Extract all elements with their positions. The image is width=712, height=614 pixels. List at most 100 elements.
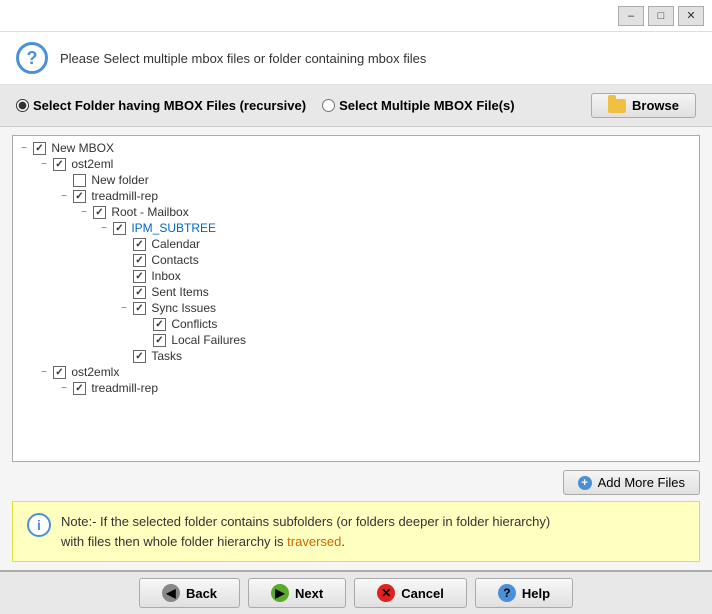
note-area: i Note:- If the selected folder contains…: [12, 501, 700, 562]
expand-placeholder: [137, 333, 151, 347]
node-label-root-mailbox: Root - Mailbox: [108, 205, 189, 219]
expand-placeholder: [117, 237, 131, 251]
tree-node-sync-issues[interactable]: − Sync Issues: [17, 300, 695, 316]
header-info-icon: ?: [16, 42, 48, 74]
radio-folder-label: Select Folder having MBOX Files (recursi…: [33, 98, 306, 113]
tree-node-ost2emlx[interactable]: − ost2emlx: [17, 364, 695, 380]
checkbox-ost2emlx[interactable]: [53, 366, 66, 379]
expand-placeholder: [137, 317, 151, 331]
back-icon: ◀: [162, 584, 180, 602]
node-label-new-mbox: New MBOX: [48, 141, 114, 155]
note-info-icon: i: [27, 513, 51, 537]
node-label-new-folder: New folder: [88, 173, 149, 187]
close-button[interactable]: ✕: [678, 6, 704, 26]
checkbox-root-mailbox[interactable]: [93, 206, 106, 219]
header-text: Please Select multiple mbox files or fol…: [60, 51, 426, 66]
title-bar: – □ ✕: [0, 0, 712, 32]
checkbox-sync-issues[interactable]: [133, 302, 146, 315]
expand-icon[interactable]: −: [17, 141, 31, 155]
cancel-icon: ✕: [377, 584, 395, 602]
checkbox-treadmill-rep2[interactable]: [73, 382, 86, 395]
radio-row: Select Folder having MBOX Files (recursi…: [0, 85, 712, 127]
expand-icon[interactable]: −: [117, 301, 131, 315]
checkbox-ipm-subtree[interactable]: [113, 222, 126, 235]
checkbox-new-mbox[interactable]: [33, 142, 46, 155]
tree-node-ost2eml[interactable]: − ost2eml: [17, 156, 695, 172]
expand-icon[interactable]: −: [57, 189, 71, 203]
radio-files-input[interactable]: [322, 99, 335, 112]
expand-icon[interactable]: −: [37, 157, 51, 171]
add-files-row: + Add More Files: [0, 466, 712, 501]
expand-placeholder: [117, 349, 131, 363]
note-traversed: traversed: [287, 534, 341, 549]
tree-node-contacts[interactable]: Contacts: [17, 252, 695, 268]
node-label-conflicts: Conflicts: [168, 317, 217, 331]
browse-button[interactable]: Browse: [591, 93, 696, 118]
tree-node-treadmill-rep2[interactable]: − treadmill-rep: [17, 380, 695, 396]
node-label-sent-items: Sent Items: [148, 285, 209, 299]
node-label-tasks: Tasks: [148, 349, 182, 363]
tree-node-local-failures[interactable]: Local Failures: [17, 332, 695, 348]
tree-node-ipm-subtree[interactable]: − IPM_SUBTREE: [17, 220, 695, 236]
cancel-button[interactable]: ✕ Cancel: [354, 578, 467, 608]
checkbox-contacts[interactable]: [133, 254, 146, 267]
browse-label: Browse: [632, 98, 679, 113]
expand-icon[interactable]: −: [77, 205, 91, 219]
minimize-button[interactable]: –: [618, 6, 644, 26]
window-controls: – □ ✕: [618, 6, 704, 26]
node-label-ost2eml: ost2eml: [68, 157, 113, 171]
bottom-bar: ◀ Back ▶ Next ✕ Cancel ? Help: [0, 570, 712, 614]
node-label-inbox: Inbox: [148, 269, 181, 283]
help-label: Help: [522, 586, 550, 601]
expand-icon[interactable]: −: [57, 381, 71, 395]
expand-icon[interactable]: −: [37, 365, 51, 379]
note-line2-prefix: with files then whole folder hierarchy i…: [61, 534, 287, 549]
next-button[interactable]: ▶ Next: [248, 578, 346, 608]
note-line1: Note:- If the selected folder contains s…: [61, 514, 550, 529]
next-icon: ▶: [271, 584, 289, 602]
checkbox-inbox[interactable]: [133, 270, 146, 283]
file-tree[interactable]: − New MBOX− ost2eml New folder− treadmil…: [12, 135, 700, 462]
add-files-label: Add More Files: [598, 475, 685, 490]
checkbox-conflicts[interactable]: [153, 318, 166, 331]
back-label: Back: [186, 586, 217, 601]
node-label-sync-issues: Sync Issues: [148, 301, 216, 315]
checkbox-treadmill-rep[interactable]: [73, 190, 86, 203]
checkbox-local-failures[interactable]: [153, 334, 166, 347]
radio-option-folder[interactable]: Select Folder having MBOX Files (recursi…: [16, 98, 306, 113]
checkbox-calendar[interactable]: [133, 238, 146, 251]
checkbox-ost2eml[interactable]: [53, 158, 66, 171]
cancel-label: Cancel: [401, 586, 444, 601]
radio-folder-input[interactable]: [16, 99, 29, 112]
checkbox-sent-items[interactable]: [133, 286, 146, 299]
node-label-treadmill-rep2: treadmill-rep: [88, 381, 158, 395]
tree-node-new-folder[interactable]: New folder: [17, 172, 695, 188]
expand-icon[interactable]: −: [97, 221, 111, 235]
note-text: Note:- If the selected folder contains s…: [61, 512, 550, 551]
expand-placeholder: [57, 173, 71, 187]
folder-icon: [608, 99, 626, 113]
back-button[interactable]: ◀ Back: [139, 578, 240, 608]
tree-node-sent-items[interactable]: Sent Items: [17, 284, 695, 300]
help-button[interactable]: ? Help: [475, 578, 573, 608]
tree-node-inbox[interactable]: Inbox: [17, 268, 695, 284]
add-more-files-button[interactable]: + Add More Files: [563, 470, 700, 495]
tree-node-calendar[interactable]: Calendar: [17, 236, 695, 252]
checkbox-tasks[interactable]: [133, 350, 146, 363]
checkbox-new-folder[interactable]: [73, 174, 86, 187]
node-label-calendar: Calendar: [148, 237, 200, 251]
tree-node-new-mbox[interactable]: − New MBOX: [17, 140, 695, 156]
maximize-button[interactable]: □: [648, 6, 674, 26]
help-icon: ?: [498, 584, 516, 602]
tree-node-root-mailbox[interactable]: − Root - Mailbox: [17, 204, 695, 220]
note-line2-suffix: .: [341, 534, 345, 549]
node-label-ost2emlx: ost2emlx: [68, 365, 119, 379]
node-label-ipm-subtree: IPM_SUBTREE: [128, 221, 216, 235]
header-row: ? Please Select multiple mbox files or f…: [0, 32, 712, 85]
tree-node-conflicts[interactable]: Conflicts: [17, 316, 695, 332]
radio-option-files[interactable]: Select Multiple MBOX File(s): [322, 98, 515, 113]
expand-placeholder: [117, 269, 131, 283]
node-label-treadmill-rep: treadmill-rep: [88, 189, 158, 203]
tree-node-treadmill-rep[interactable]: − treadmill-rep: [17, 188, 695, 204]
tree-node-tasks[interactable]: Tasks: [17, 348, 695, 364]
